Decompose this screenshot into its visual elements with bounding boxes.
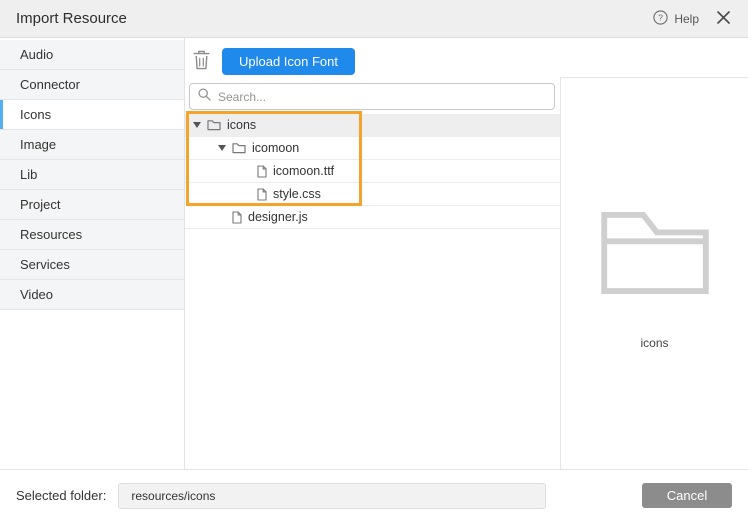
sidebar-item-label: Connector (20, 77, 80, 92)
tree-row-label: designer.js (248, 210, 308, 224)
sidebar-item-icons[interactable]: Icons (0, 100, 184, 130)
sidebar-item-label: Project (20, 197, 60, 212)
sidebar-item-label: Icons (20, 107, 51, 122)
header-actions: ? Help (653, 9, 732, 29)
tree-row-icomoon[interactable]: icomoon (185, 137, 560, 160)
tree-row-label: icons (227, 118, 256, 132)
selected-folder-input[interactable] (118, 483, 546, 509)
tree-row-icons[interactable]: icons (185, 114, 560, 137)
sidebar-item-video[interactable]: Video (0, 280, 184, 310)
tree-row-style.css[interactable]: style.css (185, 183, 560, 206)
search-input[interactable] (218, 90, 546, 104)
caret-down-icon[interactable] (193, 122, 207, 128)
selected-folder-label: Selected folder: (16, 488, 106, 503)
sidebar-item-label: Image (20, 137, 56, 152)
folder-icon (207, 119, 221, 131)
dialog-header: Import Resource ? Help (0, 0, 748, 38)
sidebar-item-label: Services (20, 257, 70, 272)
file-icon (257, 188, 267, 201)
sidebar-item-label: Audio (20, 47, 53, 62)
close-icon (717, 11, 730, 27)
sidebar-item-services[interactable]: Services (0, 250, 184, 280)
help-label: Help (674, 12, 699, 26)
tree-row-label: icomoon (252, 141, 299, 155)
sidebar-item-resources[interactable]: Resources (0, 220, 184, 250)
sidebar-item-project[interactable]: Project (0, 190, 184, 220)
caret-down-icon[interactable] (218, 145, 232, 151)
sidebar-item-label: Resources (20, 227, 82, 242)
preview-panel: icons (560, 77, 748, 469)
sidebar-item-lib[interactable]: Lib (0, 160, 184, 190)
folder-icon (232, 142, 246, 154)
category-sidebar: Audio Connector Icons Image Lib Project … (0, 38, 185, 469)
import-resource-dialog: Import Resource ? Help (0, 0, 748, 522)
large-folder-icon (600, 211, 710, 300)
help-icon: ? (653, 10, 668, 28)
sidebar-item-label: Lib (20, 167, 37, 182)
dialog-footer: Selected folder: Cancel (0, 469, 748, 521)
tree-row-label: icomoon.ttf (273, 164, 334, 178)
file-icon (257, 165, 267, 178)
sidebar-item-audio[interactable]: Audio (0, 40, 184, 70)
sidebar-item-connector[interactable]: Connector (0, 70, 184, 100)
file-browser-panel: Upload Icon Font (185, 38, 560, 469)
delete-button[interactable] (193, 50, 210, 73)
file-icon (232, 211, 242, 224)
tree-row-icomoon.ttf[interactable]: icomoon.ttf (185, 160, 560, 183)
search-box (189, 83, 555, 110)
svg-text:?: ? (658, 12, 663, 22)
file-tree: icons icomoon (185, 114, 560, 229)
sidebar-item-image[interactable]: Image (0, 130, 184, 160)
search-icon (198, 88, 211, 106)
upload-icon-font-button[interactable]: Upload Icon Font (222, 48, 355, 75)
trash-icon (193, 50, 210, 73)
help-button[interactable]: ? Help (653, 10, 699, 28)
sidebar-item-label: Video (20, 287, 53, 302)
preview-caption: icons (640, 336, 668, 350)
close-button[interactable] (715, 9, 732, 29)
tree-row-label: style.css (273, 187, 321, 201)
tree-row-designer.js[interactable]: designer.js (185, 206, 560, 229)
dialog-body: Audio Connector Icons Image Lib Project … (0, 38, 748, 469)
cancel-button[interactable]: Cancel (642, 483, 732, 508)
page-title: Import Resource (16, 10, 127, 27)
browser-toolbar: Upload Icon Font (185, 38, 560, 81)
